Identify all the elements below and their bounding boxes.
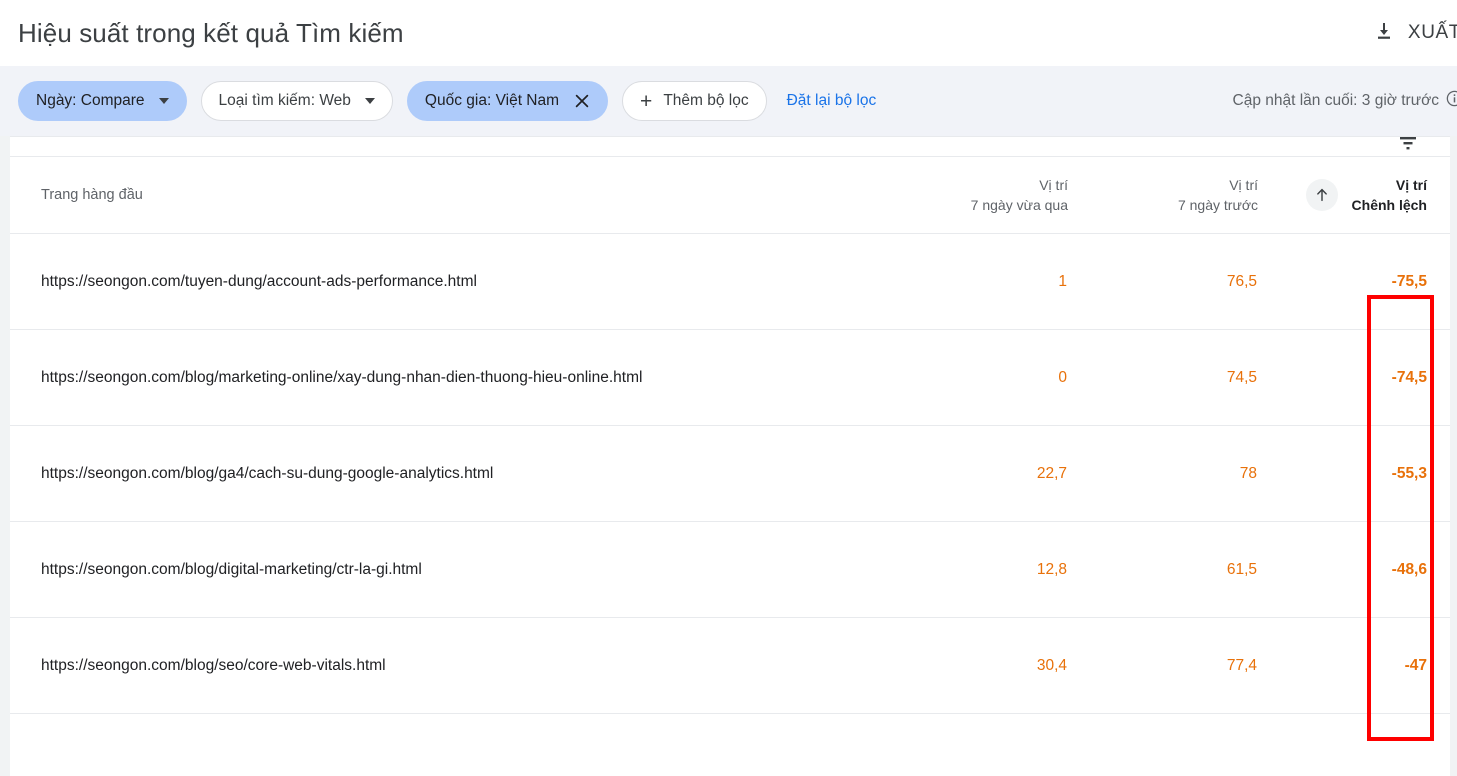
cell-page-url[interactable]: https://seongon.com/blog/seo/core-web-vi…: [10, 617, 878, 714]
cell-position-difference: -48,6: [1258, 521, 1450, 618]
cell-position-current: 0: [878, 329, 1068, 426]
info-icon[interactable]: [1446, 90, 1457, 112]
cell-page-url[interactable]: https://seongon.com/tuyen-dung/account-a…: [10, 233, 878, 330]
filter-chip-country[interactable]: Quốc gia: Việt Nam: [406, 81, 609, 121]
add-filter-label: Thêm bộ lọc: [663, 92, 749, 109]
add-filter-button[interactable]: + Thêm bộ lọc: [622, 81, 767, 121]
cell-position-current: 12,8: [878, 521, 1068, 618]
column-header-position-current[interactable]: Vị trí 7 ngày vừa qua: [878, 156, 1068, 234]
table-row[interactable]: https://seongon.com/blog/marketing-onlin…: [10, 329, 1450, 426]
column-header-position-previous[interactable]: Vị trí 7 ngày trước: [1068, 156, 1258, 234]
table-body: https://seongon.com/tuyen-dung/account-a…: [10, 233, 1450, 714]
cell-page-url[interactable]: https://seongon.com/blog/marketing-onlin…: [10, 329, 878, 426]
cell-position-previous: 61,5: [1068, 521, 1258, 618]
export-label: XUẤT: [1407, 22, 1457, 43]
last-update-label: Cập nhật lần cuối: 3 giờ trước: [1232, 92, 1439, 109]
table-row[interactable]: https://seongon.com/blog/seo/core-web-vi…: [10, 617, 1450, 714]
cell-position-previous: 76,5: [1068, 233, 1258, 330]
filter-chip-search-type[interactable]: Loại tìm kiếm: Web: [200, 81, 393, 121]
column-header-position-current-line2: 7 ngày vừa qua: [970, 197, 1068, 213]
column-header-position-difference-line1: Vị trí: [1395, 176, 1427, 193]
table-toolbar: [10, 137, 1450, 156]
plus-icon: +: [640, 89, 653, 113]
filter-funnel-icon[interactable]: [1396, 137, 1420, 160]
cell-position-previous: 78: [1068, 425, 1258, 522]
chevron-down-icon: [364, 98, 375, 104]
table-row[interactable]: https://seongon.com/blog/ga4/cach-su-dun…: [10, 425, 1450, 522]
page-header: Hiệu suất trong kết quả Tìm kiếm XUẤT: [0, 0, 1457, 66]
filter-chip-country-label: Quốc gia: Việt Nam: [424, 92, 560, 109]
page-title: Hiệu suất trong kết quả Tìm kiếm: [18, 17, 404, 48]
column-header-position-previous-line1: Vị trí: [1229, 176, 1258, 193]
table-row[interactable]: https://seongon.com/tuyen-dung/account-a…: [10, 233, 1450, 330]
column-header-position-previous-line2: 7 ngày trước: [1177, 197, 1258, 213]
cell-position-difference: -74,5: [1258, 329, 1450, 426]
export-button[interactable]: XUẤT: [1372, 0, 1457, 66]
column-header-page[interactable]: Trang hàng đầu: [10, 156, 878, 234]
top-pages-table-card: Trang hàng đầu Vị trí 7 ngày vừa qua Vị …: [10, 136, 1450, 776]
download-icon: [1372, 19, 1396, 48]
filter-chip-search-type-label: Loại tìm kiếm: Web: [218, 92, 351, 109]
top-pages-table: Trang hàng đầu Vị trí 7 ngày vừa qua Vị …: [10, 156, 1450, 714]
cell-position-difference: -47: [1258, 617, 1450, 714]
table-row[interactable]: https://seongon.com/blog/digital-marketi…: [10, 521, 1450, 618]
column-header-position-difference-line2: Chênh lệch: [1351, 197, 1427, 213]
reset-filters-link[interactable]: Đặt lại bộ lọc: [787, 92, 877, 110]
cell-position-current: 1: [878, 233, 1068, 330]
cell-page-url[interactable]: https://seongon.com/blog/digital-marketi…: [10, 521, 878, 618]
cell-position-difference: -75,5: [1258, 233, 1450, 330]
cell-position-previous: 77,4: [1068, 617, 1258, 714]
filter-bar: Ngày: Compare Loại tìm kiếm: Web Quốc gi…: [0, 66, 1457, 136]
close-icon[interactable]: [574, 93, 590, 109]
column-header-position-current-line1: Vị trí: [1039, 176, 1068, 193]
cell-position-difference: -55,3: [1258, 425, 1450, 522]
cell-page-url[interactable]: https://seongon.com/blog/ga4/cach-su-dun…: [10, 425, 878, 522]
column-header-position-difference[interactable]: Vị trí Chênh lệch: [1258, 156, 1450, 234]
sort-ascending-arrow-icon[interactable]: [1305, 179, 1338, 211]
cell-position-current: 22,7: [878, 425, 1068, 522]
cell-position-current: 30,4: [878, 617, 1068, 714]
chevron-down-icon: [158, 98, 169, 104]
filter-chip-date[interactable]: Ngày: Compare: [18, 81, 187, 121]
cell-position-previous: 74,5: [1068, 329, 1258, 426]
last-update-status: Cập nhật lần cuối: 3 giờ trước: [1233, 66, 1457, 136]
filter-chip-date-label: Ngày: Compare: [36, 92, 145, 109]
table-header-row: Trang hàng đầu Vị trí 7 ngày vừa qua Vị …: [10, 156, 1450, 234]
